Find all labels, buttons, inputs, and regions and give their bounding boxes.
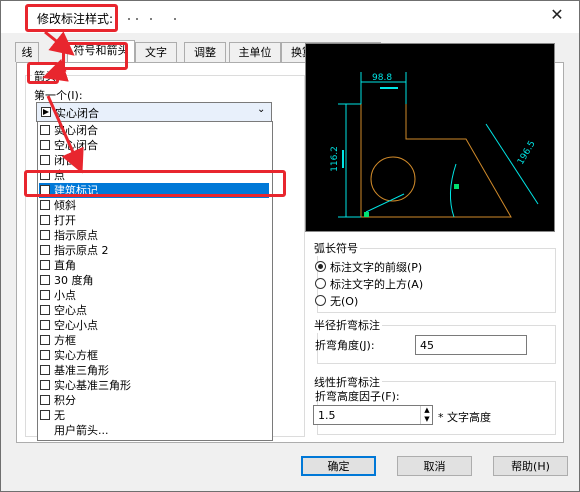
annotation-arrows <box>42 30 84 174</box>
